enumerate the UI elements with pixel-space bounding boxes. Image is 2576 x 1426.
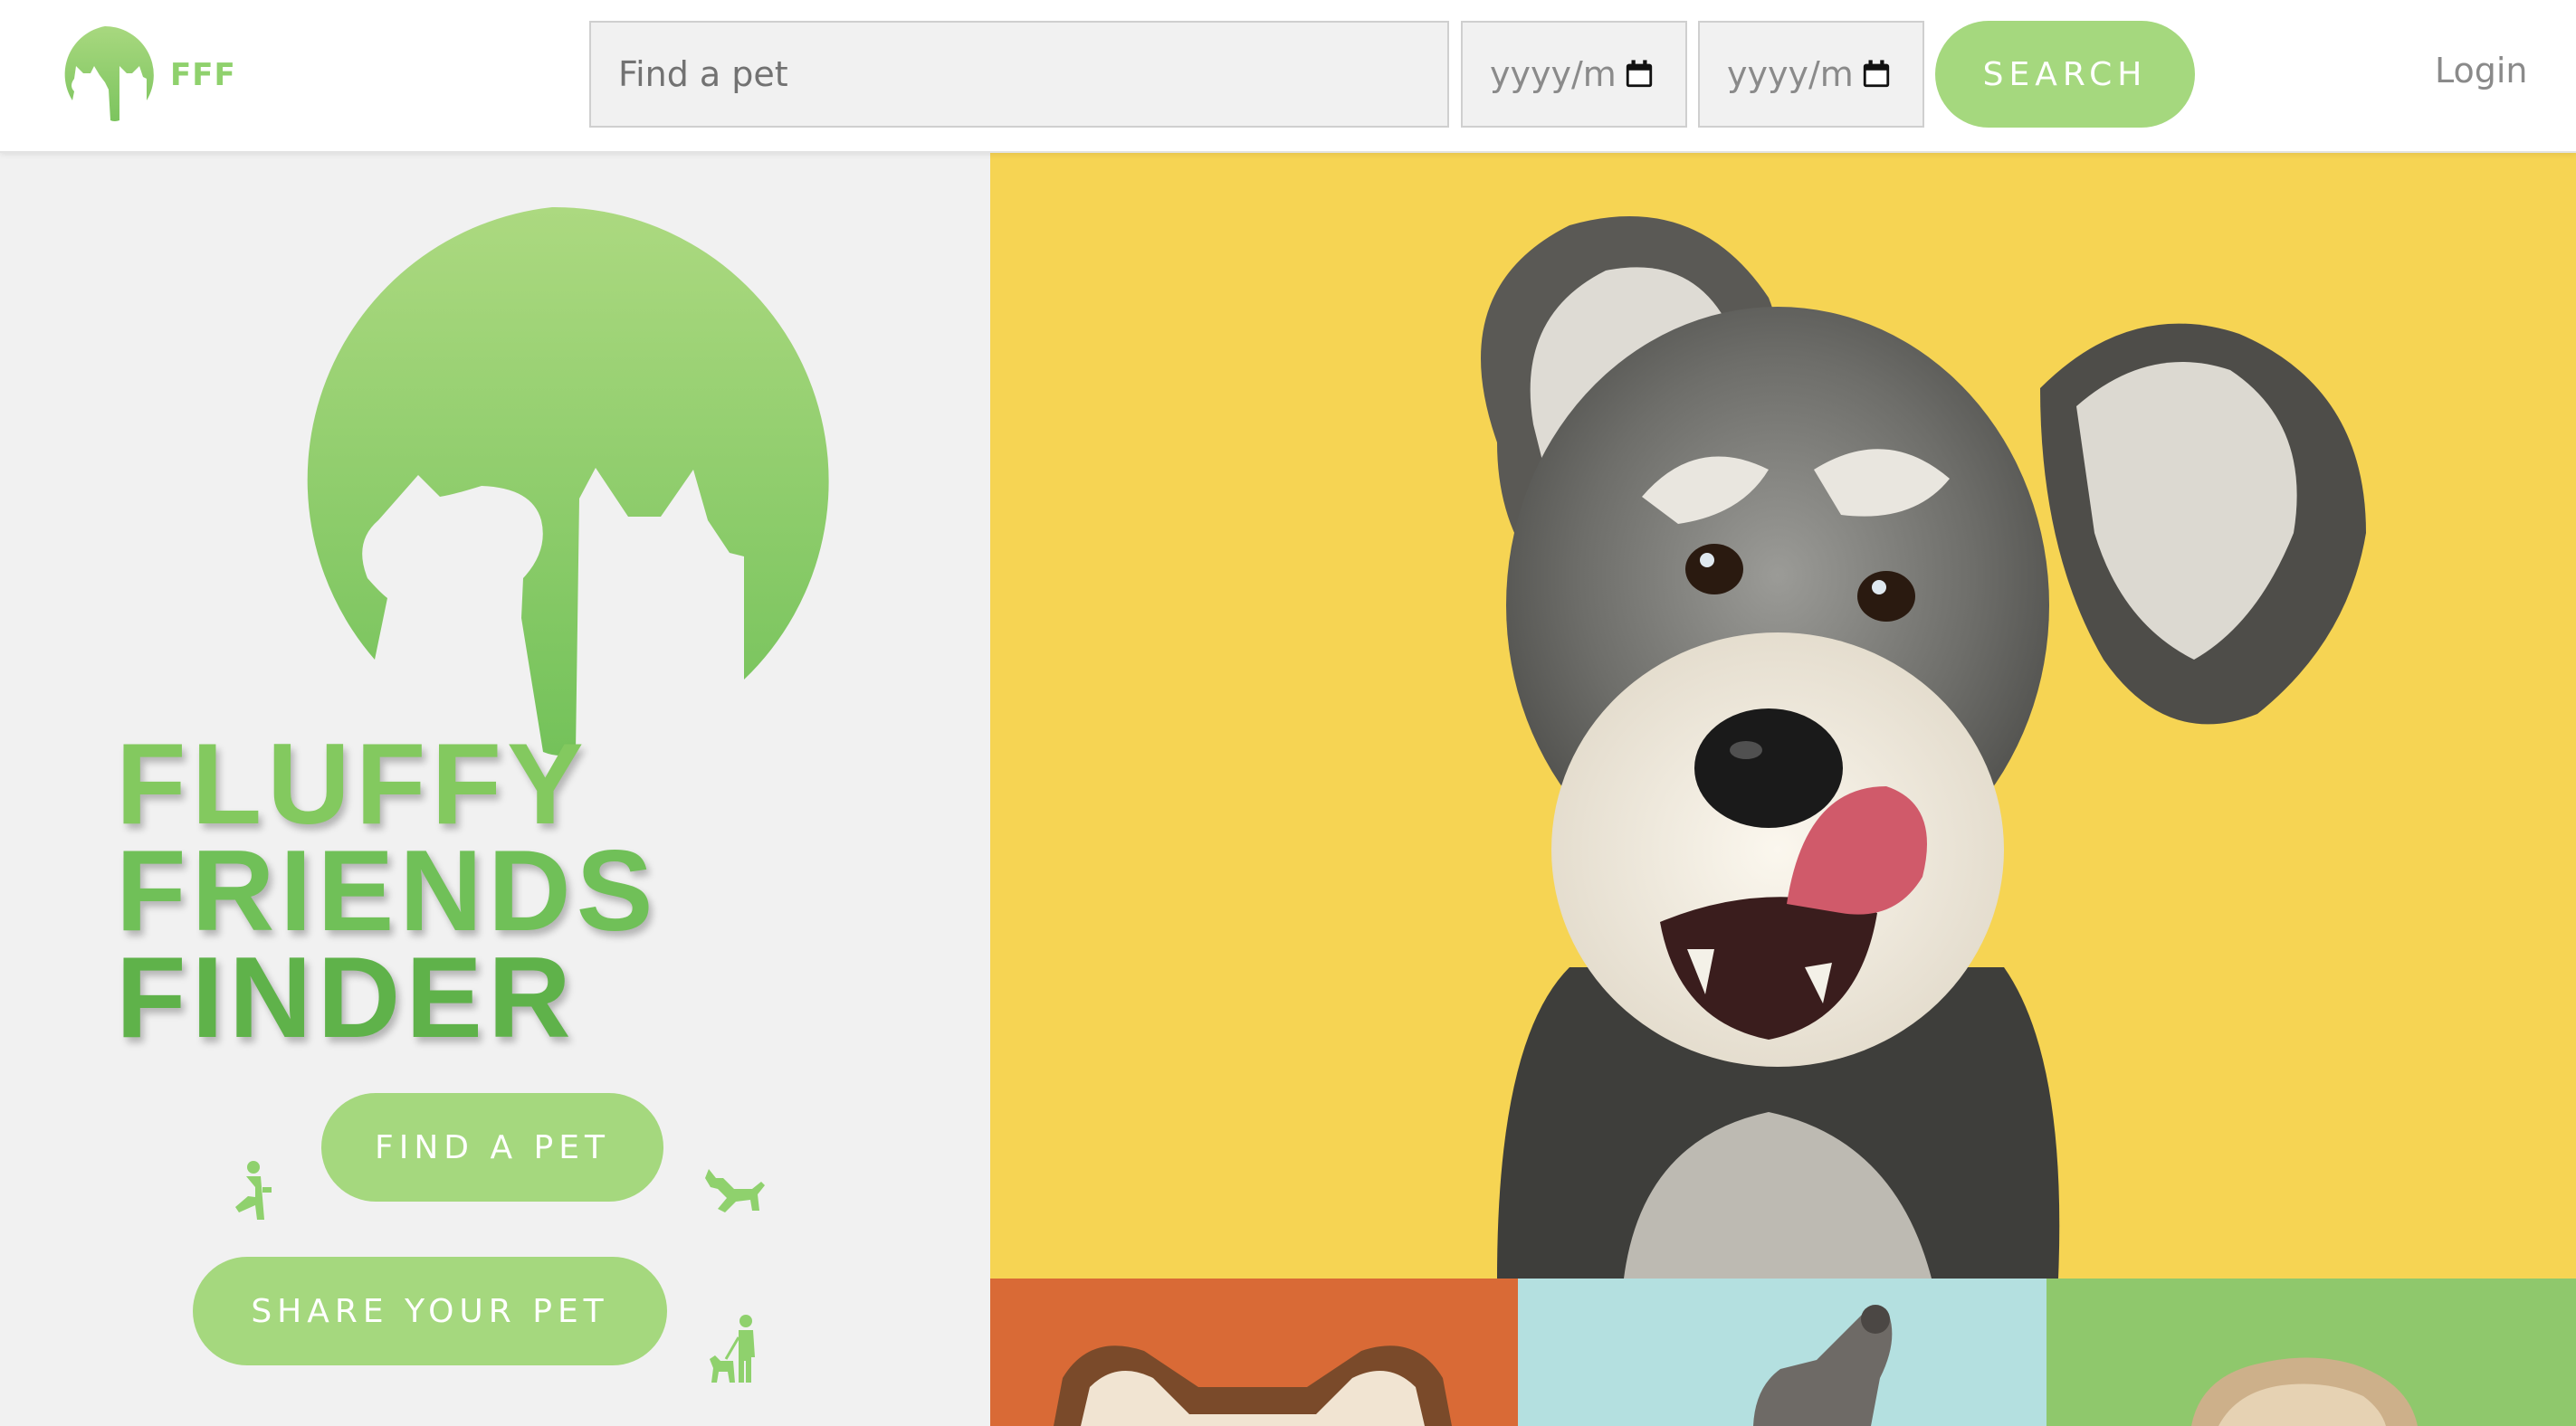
- hero-title: FLUFFY FRIENDS FINDER: [116, 719, 659, 1061]
- fluffy-dog-illustration-icon: [2191, 1357, 2418, 1426]
- corgi-illustration-icon: [1054, 1345, 1452, 1426]
- hero-cat-silhouettes-logo-icon: [307, 206, 829, 756]
- calendar-icon[interactable]: [1624, 59, 1655, 90]
- hero-title-line-1: FLUFFY: [116, 719, 589, 848]
- search-button[interactable]: SEARCH: [1935, 21, 2195, 128]
- kneeling-person-icon: [235, 1161, 272, 1220]
- date-to-placeholder: yyyy/m: [1727, 54, 1854, 94]
- cat-silhouettes-logo-icon: [64, 26, 154, 121]
- running-dog-icon: [705, 1169, 765, 1212]
- cat-paw-photo: [1518, 1279, 2046, 1426]
- find-a-pet-button[interactable]: FIND A PET: [321, 1093, 663, 1202]
- top-navbar: FFF yyyy/m yyyy/m SEARCH Login: [0, 0, 2576, 153]
- date-to-input[interactable]: yyyy/m: [1698, 21, 1924, 128]
- brand-text: FFF: [170, 57, 236, 93]
- hero-title-line-3: FINDER: [116, 933, 577, 1061]
- cat-paw-illustration-icon: [1753, 1305, 1893, 1426]
- hero-panel: FLUFFY FRIENDS FINDER FIND A PET SHARE Y…: [0, 153, 990, 1426]
- share-your-pet-button[interactable]: SHARE YOUR PET: [193, 1257, 667, 1365]
- date-from-input[interactable]: yyyy/m: [1461, 21, 1687, 128]
- corgi-dog-photo: [990, 1279, 1518, 1426]
- search-input[interactable]: [589, 21, 1449, 128]
- fluffy-dog-photo: [2046, 1279, 2576, 1426]
- brand-logo-link[interactable]: FFF: [54, 24, 236, 127]
- login-link[interactable]: Login: [2435, 51, 2528, 90]
- person-with-dog-icon: [710, 1315, 755, 1383]
- calendar-icon[interactable]: [1861, 59, 1892, 90]
- hero-title-line-2: FRIENDS: [116, 826, 659, 955]
- date-from-placeholder: yyyy/m: [1490, 54, 1617, 94]
- dog-illustration-icon: [1481, 216, 2366, 1279]
- schnauzer-dog-photo: [990, 153, 2576, 1279]
